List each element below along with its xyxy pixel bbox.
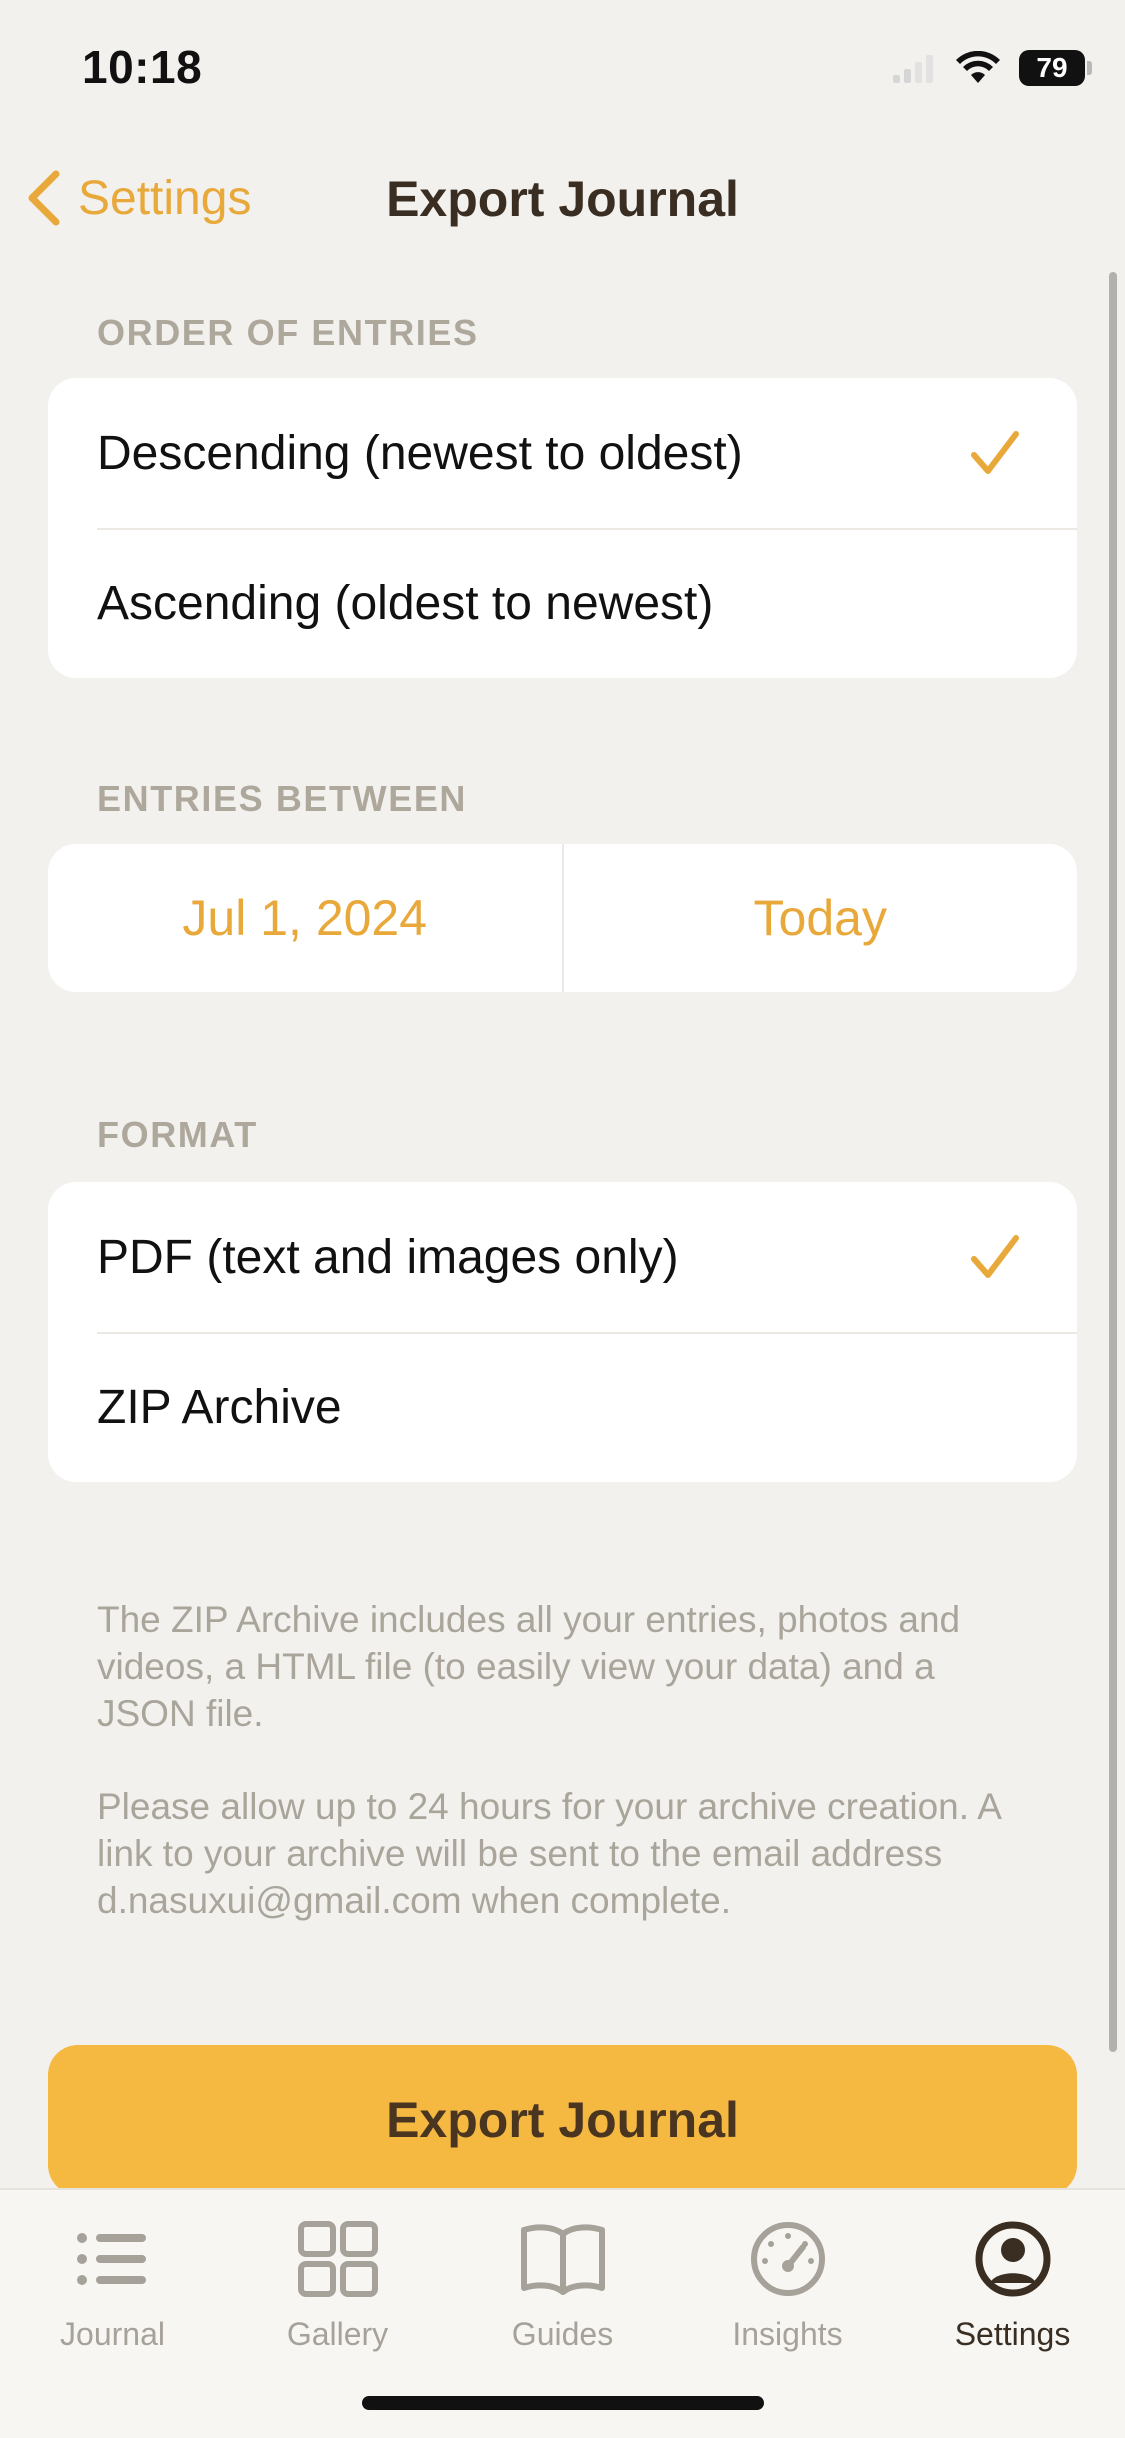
checkmark-icon [971, 1235, 1019, 1278]
order-option-label: Descending (newest to oldest) [97, 426, 743, 480]
tab-journal[interactable]: Journal [0, 2214, 225, 2353]
order-section-header: ORDER OF ENTRIES [97, 312, 479, 353]
tab-label: Insights [732, 2316, 843, 2352]
tab-gallery[interactable]: Gallery [225, 2214, 450, 2353]
format-option-label: PDF (text and images only) [97, 1230, 679, 1284]
tab-guides[interactable]: Guides [450, 2214, 675, 2353]
home-indicator[interactable] [362, 2396, 764, 2410]
range-section-header: ENTRIES BETWEEN [97, 778, 468, 819]
end-date-button[interactable]: Today [561, 844, 1078, 992]
tab-label: Journal [60, 2316, 165, 2352]
scrollbar[interactable] [1109, 272, 1117, 2052]
format-option-label: ZIP Archive [97, 1380, 342, 1434]
archive-info-note: Please allow up to 24 hours for your arc… [97, 1786, 1000, 1921]
date-range-card: Jul 1, 2024 Today [48, 844, 1077, 992]
format-option-pdf[interactable]: PDF (text and images only) [48, 1182, 1077, 1332]
gauge-icon [750, 2222, 825, 2296]
book-icon [520, 2224, 605, 2295]
status-icons: 79 [893, 46, 1092, 90]
order-options-card: Descending (newest to oldest) Ascending … [48, 378, 1077, 678]
order-option-label: Ascending (oldest to newest) [97, 576, 714, 630]
page-title: Export Journal [386, 171, 739, 227]
start-date-button[interactable]: Jul 1, 2024 [48, 844, 562, 992]
status-time: 10:18 [82, 41, 203, 93]
cellular-signal-icon [893, 55, 933, 83]
person-icon [975, 2221, 1050, 2297]
order-option-descending[interactable]: Descending (newest to oldest) [48, 378, 1077, 528]
tab-insights[interactable]: Insights [675, 2214, 900, 2353]
format-section-header: FORMAT [97, 1114, 258, 1155]
tab-settings[interactable]: Settings [900, 2214, 1125, 2353]
zip-info-note: The ZIP Archive includes all your entrie… [97, 1599, 961, 1734]
tab-label: Guides [511, 2316, 614, 2352]
battery-level: 79 [1036, 52, 1068, 83]
tab-label: Settings [954, 2316, 1071, 2352]
checkmark-icon [971, 431, 1019, 474]
export-journal-button[interactable]: Export Journal [48, 2045, 1077, 2195]
list-icon [76, 2233, 146, 2285]
tab-label: Gallery [286, 2316, 389, 2352]
wifi-icon [956, 51, 1000, 83]
battery-icon: 79 [1019, 50, 1092, 86]
grid-icon [297, 2221, 378, 2297]
format-option-zip[interactable]: ZIP Archive [48, 1332, 1077, 1482]
order-option-ascending[interactable]: Ascending (oldest to newest) [48, 528, 1077, 678]
format-options-card: PDF (text and images only) ZIP Archive [48, 1182, 1077, 1482]
